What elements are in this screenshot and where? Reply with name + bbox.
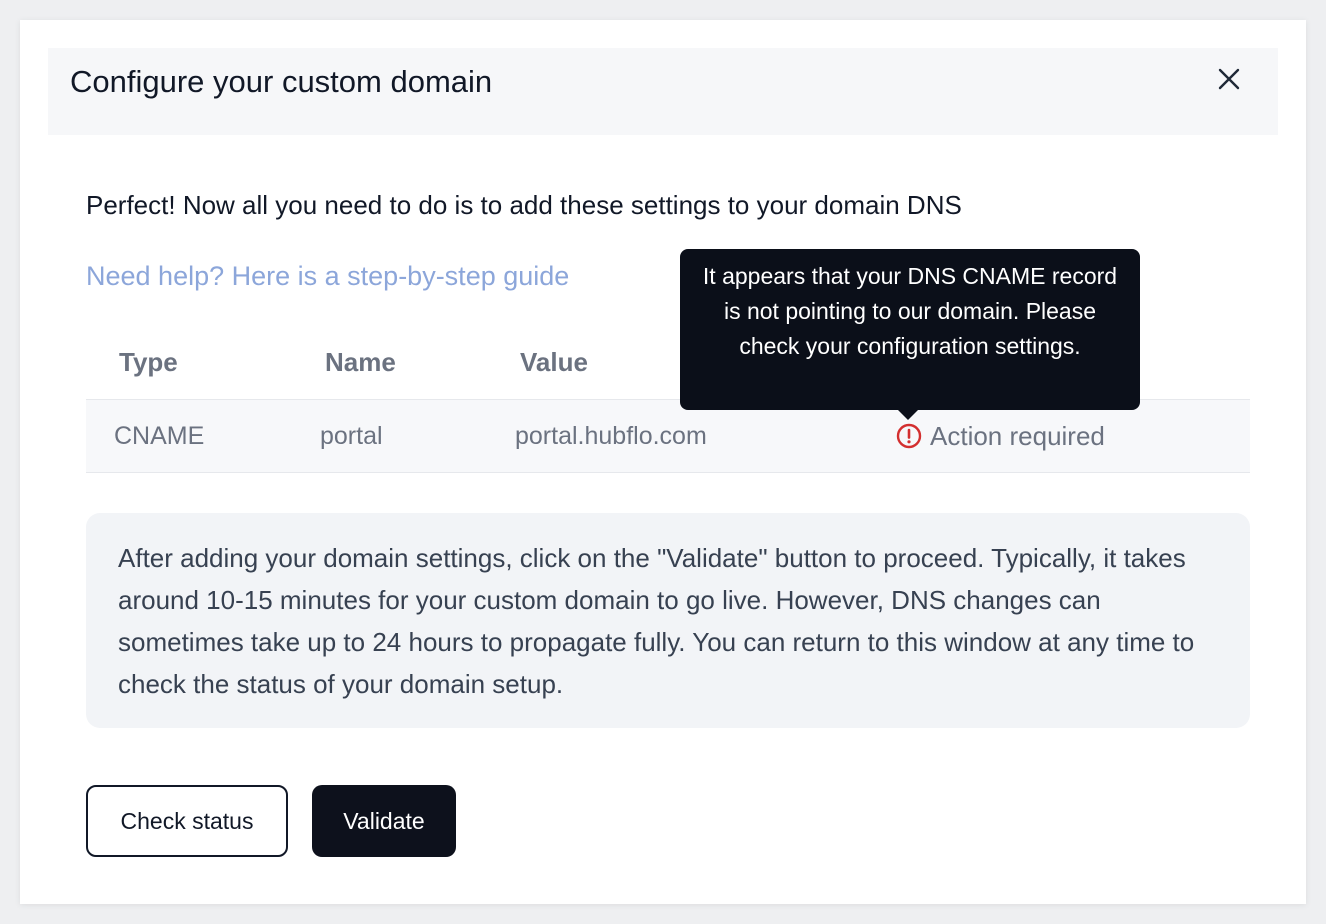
intro-text: Perfect! Now all you need to do is to ad…	[86, 190, 962, 220]
column-header-name: Name	[325, 347, 396, 377]
record-value: portal.hubflo.com	[515, 422, 707, 450]
column-header-value: Value	[520, 347, 588, 377]
close-button[interactable]	[1214, 64, 1244, 94]
check-status-button[interactable]: Check status	[86, 785, 288, 857]
record-name: portal	[320, 422, 383, 450]
status-indicator[interactable]: Action required	[896, 419, 1105, 453]
record-type: CNAME	[114, 422, 205, 450]
status-label: Action required	[930, 421, 1105, 451]
table-row: CNAME portal portal.hubflo.com Action re…	[86, 400, 1250, 473]
info-box: After adding your domain settings, click…	[86, 513, 1250, 728]
alert-circle-icon	[896, 423, 922, 449]
help-guide-link[interactable]: Need help? Here is a step-by-step guide	[86, 258, 569, 294]
dialog-header: Configure your custom domain	[48, 48, 1278, 135]
close-icon	[1218, 68, 1240, 90]
column-header-type: Type	[119, 347, 178, 377]
custom-domain-dialog: Configure your custom domain Perfect! No…	[20, 20, 1306, 904]
validate-button[interactable]: Validate	[312, 785, 456, 857]
status-tooltip: It appears that your DNS CNAME record is…	[680, 249, 1140, 420]
dialog-title: Configure your custom domain	[70, 64, 493, 99]
